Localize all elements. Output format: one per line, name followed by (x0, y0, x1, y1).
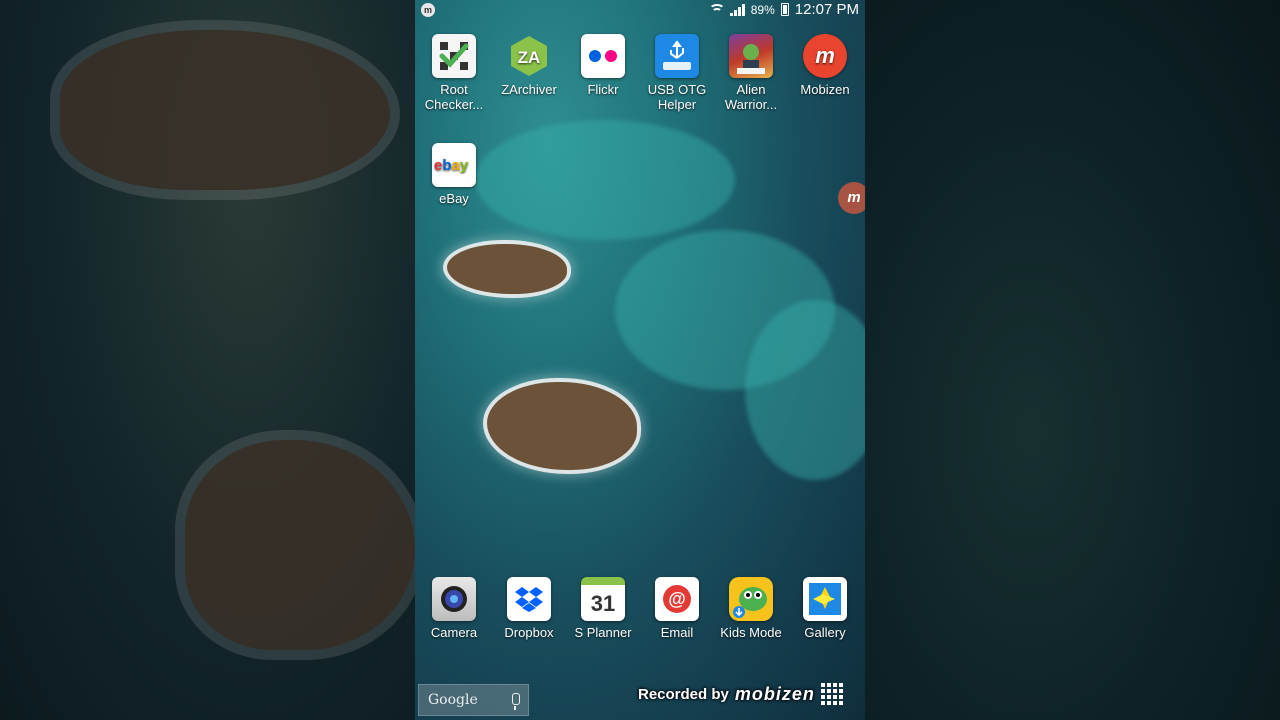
svg-text:ZA: ZA (518, 48, 541, 67)
signal-icon (729, 3, 745, 16)
dock-s-planner[interactable]: 31 S Planner (565, 577, 641, 640)
phone-screen: m 89% 12:07 PM Root Checker... ZA ZArchi… (415, 0, 865, 720)
app-label: Dropbox (504, 625, 554, 640)
app-mobizen[interactable]: m Mobizen (787, 34, 863, 97)
wallpaper-blur-right (865, 0, 1280, 720)
grid-icon (820, 683, 843, 705)
camera-icon (432, 577, 476, 621)
dock-dropbox[interactable]: Dropbox (491, 577, 567, 640)
gallery-icon (803, 577, 847, 621)
mobizen-floating-button[interactable]: m (838, 182, 865, 214)
dock-kids-mode[interactable]: Kids Mode (713, 577, 789, 640)
calendar-date: 31 (590, 590, 616, 616)
dock-camera[interactable]: Camera (416, 577, 492, 640)
calendar-icon: 31 (581, 577, 625, 621)
alien-warrior-icon (729, 34, 773, 78)
google-search-bar[interactable]: Google (418, 684, 529, 716)
app-alien-warrior[interactable]: Alien Warrior... (713, 34, 789, 112)
flickr-icon (581, 34, 625, 78)
app-label: Mobizen (800, 82, 850, 97)
app-flickr[interactable]: Flickr (565, 34, 641, 97)
app-zarchiver[interactable]: ZA ZArchiver (491, 34, 567, 97)
app-label: Kids Mode (720, 625, 782, 640)
app-label: Camera (430, 625, 478, 640)
zarchiver-icon: ZA (507, 34, 551, 78)
app-label: Gallery (804, 625, 846, 640)
svg-text:ebay: ebay (434, 157, 469, 174)
root-checker-icon (432, 34, 476, 78)
app-label: ZArchiver (501, 82, 557, 97)
recording-watermark: Recorded by mobizen (638, 683, 843, 705)
dropbox-icon (507, 577, 551, 621)
app-label: eBay (439, 191, 469, 206)
wallpaper-island (447, 244, 567, 294)
email-icon: @ (655, 577, 699, 621)
wifi-icon (708, 3, 725, 16)
mobizen-notification-icon: m (421, 3, 435, 17)
svg-text:m: m (815, 43, 835, 68)
wallpaper-island (487, 382, 637, 470)
usb-otg-icon (655, 34, 699, 78)
watermark-brand: mobizen (734, 683, 815, 704)
app-label: S Planner (574, 625, 632, 640)
app-label: USB OTG Helper (647, 82, 707, 112)
status-bar: m 89% 12:07 PM (415, 0, 865, 20)
app-label: Root Checker... (424, 82, 484, 112)
email-at-symbol: @ (663, 585, 691, 613)
mic-icon[interactable] (512, 693, 520, 710)
clock: 12:07 PM (794, 1, 859, 18)
app-label: Alien Warrior... (724, 82, 778, 112)
kids-mode-icon (729, 577, 773, 621)
app-label: Email (660, 625, 694, 640)
wallpaper-blur-left (0, 0, 415, 720)
battery-icon (780, 3, 789, 16)
dock-gallery[interactable]: Gallery (787, 577, 863, 640)
app-root-checker[interactable]: Root Checker... (416, 34, 492, 112)
mobizen-icon: m (803, 34, 847, 78)
dock-email[interactable]: @ Email (639, 577, 715, 640)
battery-percent: 89% (750, 2, 775, 17)
google-label: Google (428, 692, 478, 708)
watermark-prefix: Recorded by (638, 685, 729, 703)
app-ebay[interactable]: ebay eBay (416, 143, 492, 206)
ebay-icon: ebay (432, 143, 476, 187)
app-usb-otg-helper[interactable]: USB OTG Helper (639, 34, 715, 112)
app-label: Flickr (587, 82, 619, 97)
